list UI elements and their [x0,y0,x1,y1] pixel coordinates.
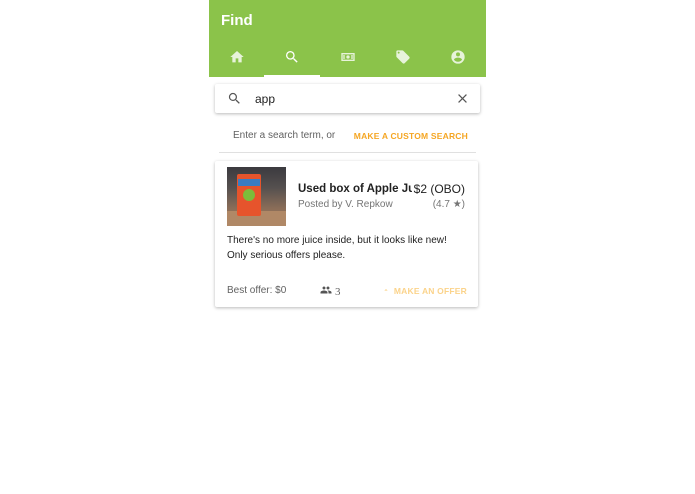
listing-price: $2 (OBO) [413,182,465,196]
listing-description: There's no more juice inside, but it loo… [227,235,447,261]
people-icon [320,284,335,299]
tab-tags[interactable] [375,41,430,77]
tags-icon [395,49,411,70]
make-offer-button[interactable]: MAKE AN OFFER [382,286,467,296]
page-title: Find [221,12,253,29]
app-screen: Find app Enter a search term, or MAKE A … [209,0,486,494]
offer-count: 3 [320,284,341,299]
tab-account[interactable] [431,41,486,77]
custom-search-button[interactable]: MAKE A CUSTOM SEARCH [354,131,468,141]
money-icon [340,49,356,70]
search-hint-text: Enter a search term, or [233,130,336,141]
search-icon [284,49,300,70]
close-icon[interactable] [455,91,470,106]
listing-card[interactable]: Used box of Apple Juice Posted by V. Rep… [215,161,478,307]
listing-poster: Posted by V. Repkow [298,199,393,210]
search-input[interactable] [255,88,445,109]
tab-bar [209,41,486,77]
tab-money[interactable] [320,41,375,77]
search-icon [227,91,242,106]
listing-thumbnail [227,167,286,226]
seller-rating: (4.7 ★) [432,199,465,210]
search-hint-row: Enter a search term, or MAKE A CUSTOM SE… [219,122,476,153]
best-offer: Best offer: $0 [227,285,287,296]
search-bar [215,84,480,113]
home-icon [229,49,245,70]
caret-up-icon [382,286,394,296]
offer-count-value: 3 [335,285,341,298]
tab-home[interactable] [209,41,264,77]
listing-footer: Best offer: $0 3 MAKE AN OFFER [227,285,467,299]
account-icon [450,49,466,70]
listing-title: Used box of Apple Juice [298,183,412,195]
app-bar: Find [209,0,486,77]
tab-search[interactable] [264,41,321,77]
make-offer-label: MAKE AN OFFER [393,286,467,296]
